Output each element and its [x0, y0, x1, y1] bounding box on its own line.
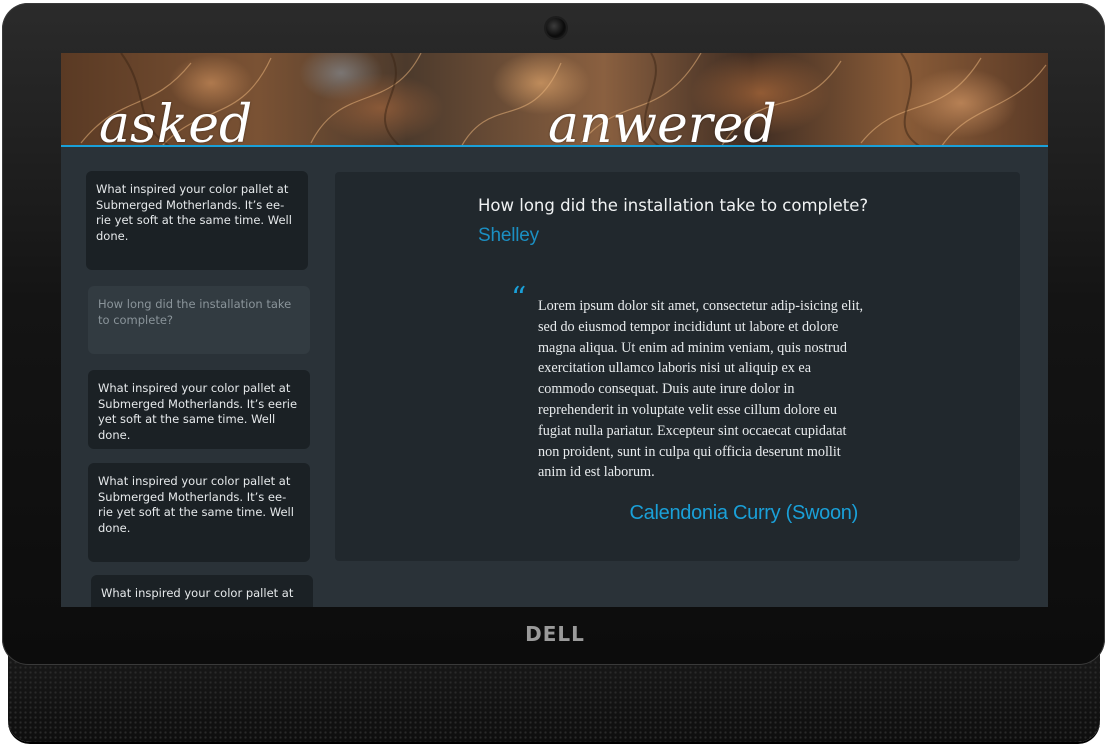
- answer-detail-panel: How long did the installation take to co…: [335, 172, 1020, 561]
- app-screen: asked anwered What inspired your color p…: [61, 53, 1048, 607]
- quote-icon: “: [511, 281, 527, 316]
- question-card-active[interactable]: How long did the installation take to co…: [88, 286, 310, 354]
- header-banner: asked anwered: [61, 53, 1048, 147]
- answerer-name: Calendonia Curry (Swoon): [629, 502, 859, 524]
- question-card-text: What inspired your color pallet at Subme…: [98, 474, 294, 535]
- question-card[interactable]: What inspired your color pallet at Subme…: [88, 463, 310, 562]
- detail-asker-name: Shelley: [478, 225, 539, 246]
- dell-logo: DELL: [525, 622, 585, 646]
- banner-title-answered: anwered: [548, 95, 777, 147]
- banner-accent-rule: [61, 145, 1048, 147]
- question-card-text: What inspired your color pallet at Subme…: [96, 182, 292, 243]
- question-card[interactable]: What inspired your color pallet at Subme…: [88, 370, 310, 449]
- question-card[interactable]: What inspired your color pallet at Subme…: [86, 171, 308, 270]
- webcam-icon: [546, 18, 566, 38]
- banner-title-asked: asked: [99, 95, 253, 147]
- detail-question-title: How long did the installation take to co…: [478, 196, 869, 215]
- answer-text: Lorem ipsum dolor sit amet, consectetur …: [538, 298, 864, 481]
- question-card-text: What inspired your color pallet at: [101, 586, 294, 600]
- question-card-text: How long did the installation take to co…: [98, 297, 292, 327]
- question-card-text: What inspired your color pallet at Subme…: [98, 381, 298, 442]
- question-card[interactable]: What inspired your color pallet at: [91, 575, 313, 607]
